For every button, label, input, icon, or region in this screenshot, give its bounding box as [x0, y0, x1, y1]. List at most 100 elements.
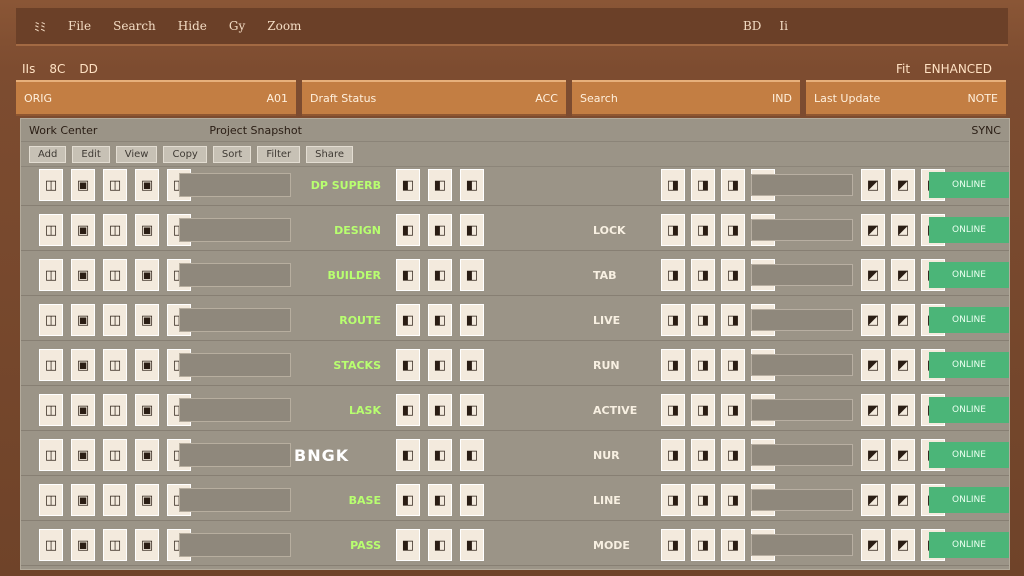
tile-icon[interactable]: ◧ [396, 349, 420, 381]
tile-icon[interactable]: ◧ [428, 259, 452, 291]
tile-icon[interactable]: ◨ [691, 169, 715, 201]
tile-icon[interactable]: ◨ [721, 259, 745, 291]
tile-icon[interactable]: ◧ [396, 259, 420, 291]
tile-icon[interactable]: ◧ [396, 439, 420, 471]
table-row[interactable]: ◫▣◫▣◫DP SUPERB◧◧◧◨◨◨◨◩◩◩ONLINE [21, 165, 1009, 206]
tile-icon[interactable]: ◧ [460, 259, 484, 291]
tile-icon[interactable]: ▣ [71, 304, 95, 336]
tile-icon[interactable]: ▣ [135, 484, 159, 516]
tile-icon[interactable]: ◨ [691, 439, 715, 471]
menu-item-zoom[interactable]: Zoom [267, 19, 301, 33]
tile-icon[interactable]: ▣ [135, 169, 159, 201]
tile-icon[interactable]: ◫ [39, 259, 63, 291]
tile-icon[interactable]: ◩ [891, 214, 915, 246]
tile-icon[interactable]: ▣ [71, 259, 95, 291]
table-row[interactable]: ◫▣◫▣◫LASK◧◧◧ACTIVE◨◨◨◨◩◩◩ONLINE [21, 390, 1009, 431]
table-row[interactable]: ◫▣◫▣◫PASS◧◧◧MODE◨◨◨◨◩◩◩ONLINE [21, 525, 1009, 566]
tile-icon[interactable]: ◨ [661, 259, 685, 291]
tile-icon[interactable]: ◨ [691, 214, 715, 246]
row-online-badge[interactable]: ONLINE [929, 307, 1009, 333]
tile-icon[interactable]: ◧ [428, 214, 452, 246]
tile-icon[interactable]: ◧ [396, 214, 420, 246]
tile-icon[interactable]: ◫ [103, 484, 127, 516]
tool-add-button[interactable]: Add [29, 145, 67, 163]
tile-icon[interactable]: ◫ [39, 439, 63, 471]
tile-icon[interactable]: ◧ [428, 304, 452, 336]
summary-card-4[interactable]: Last Update NOTE [806, 80, 1006, 116]
tile-icon[interactable]: ◩ [891, 169, 915, 201]
tile-icon[interactable]: ◩ [861, 169, 885, 201]
tile-icon[interactable]: ▣ [135, 259, 159, 291]
tile-icon[interactable]: ◧ [460, 529, 484, 561]
tool-edit-button[interactable]: Edit [72, 145, 110, 163]
tile-icon[interactable]: ◧ [428, 529, 452, 561]
tile-icon[interactable]: ◨ [721, 214, 745, 246]
tile-icon[interactable]: ◩ [861, 439, 885, 471]
tile-icon[interactable]: ◨ [721, 304, 745, 336]
tile-icon[interactable]: ◧ [396, 529, 420, 561]
tile-icon[interactable]: ◫ [103, 304, 127, 336]
tile-icon[interactable]: ▣ [71, 214, 95, 246]
tile-icon[interactable]: ▣ [71, 484, 95, 516]
summary-card-1[interactable]: ORIG A01 [16, 80, 296, 116]
table-row[interactable]: ◫▣◫▣◫BNGK◧◧◧NUR◨◨◨◨◩◩◩ONLINE [21, 435, 1009, 476]
tile-icon[interactable]: ▣ [135, 394, 159, 426]
menu-item-hide[interactable]: Hide [178, 19, 207, 33]
tile-icon[interactable]: ◩ [891, 259, 915, 291]
tile-icon[interactable]: ◫ [103, 214, 127, 246]
tile-icon[interactable]: ◧ [428, 484, 452, 516]
tile-icon[interactable]: ◫ [103, 439, 127, 471]
menu-item-gy[interactable]: Gy [229, 19, 245, 33]
tile-icon[interactable]: ◩ [861, 304, 885, 336]
tile-icon[interactable]: ◫ [39, 304, 63, 336]
row-online-badge[interactable]: ONLINE [929, 487, 1009, 513]
tile-icon[interactable]: ◨ [721, 484, 745, 516]
tile-icon[interactable]: ◩ [861, 214, 885, 246]
tile-icon[interactable]: ◫ [39, 349, 63, 381]
tile-icon[interactable]: ◧ [460, 169, 484, 201]
tile-icon[interactable]: ▣ [135, 304, 159, 336]
tile-icon[interactable]: ◧ [428, 349, 452, 381]
tile-icon[interactable]: ▣ [135, 529, 159, 561]
tile-icon[interactable]: ◧ [428, 394, 452, 426]
tile-icon[interactable]: ◧ [428, 169, 452, 201]
tile-icon[interactable]: ◩ [891, 349, 915, 381]
tile-icon[interactable]: ◨ [661, 439, 685, 471]
tile-icon[interactable]: ▣ [135, 349, 159, 381]
tile-icon[interactable]: ◨ [721, 439, 745, 471]
tile-icon[interactable]: ◧ [460, 394, 484, 426]
tile-icon[interactable]: ◨ [691, 259, 715, 291]
row-online-badge[interactable]: ONLINE [929, 172, 1009, 198]
tile-icon[interactable]: ◧ [460, 349, 484, 381]
tile-icon[interactable]: ◫ [39, 214, 63, 246]
table-row[interactable]: ◫▣◫▣◫STACKS◧◧◧RUN◨◨◨◨◩◩◩ONLINE [21, 345, 1009, 386]
tile-icon[interactable]: ◧ [396, 394, 420, 426]
tile-icon[interactable]: ◨ [661, 304, 685, 336]
tile-icon[interactable]: ◧ [396, 169, 420, 201]
tool-view-button[interactable]: View [115, 145, 158, 163]
tile-icon[interactable]: ◨ [691, 529, 715, 561]
tile-icon[interactable]: ◩ [861, 349, 885, 381]
tool-filter-button[interactable]: Filter [257, 145, 301, 163]
tile-icon[interactable]: ◩ [891, 529, 915, 561]
tile-icon[interactable]: ◫ [39, 169, 63, 201]
summary-card-3[interactable]: Search IND [572, 80, 800, 116]
row-online-badge[interactable]: ONLINE [929, 442, 1009, 468]
tool-share-button[interactable]: Share [306, 145, 353, 163]
table-row[interactable]: ◫▣◫▣◫BASE◧◧◧LINE◨◨◨◨◩◩◩ONLINE [21, 480, 1009, 521]
tile-icon[interactable]: ▣ [71, 439, 95, 471]
tile-icon[interactable]: ◧ [396, 304, 420, 336]
menu-item-app[interactable]: ﾐﾐ [34, 18, 46, 35]
tile-icon[interactable]: ◧ [460, 214, 484, 246]
tile-icon[interactable]: ◩ [891, 439, 915, 471]
tile-icon[interactable]: ◨ [721, 394, 745, 426]
tile-icon[interactable]: ◧ [460, 304, 484, 336]
tile-icon[interactable]: ◨ [721, 529, 745, 561]
table-row[interactable]: ◫▣◫▣◫BUILDER◧◧◧TAB◨◨◨◨◩◩◩ONLINE [21, 255, 1009, 296]
tile-icon[interactable]: ◨ [661, 214, 685, 246]
tile-icon[interactable]: ◧ [428, 439, 452, 471]
tool-copy-button[interactable]: Copy [163, 145, 207, 163]
tile-icon[interactable]: ◧ [460, 439, 484, 471]
tile-icon[interactable]: ◫ [103, 529, 127, 561]
row-online-badge[interactable]: ONLINE [929, 352, 1009, 378]
